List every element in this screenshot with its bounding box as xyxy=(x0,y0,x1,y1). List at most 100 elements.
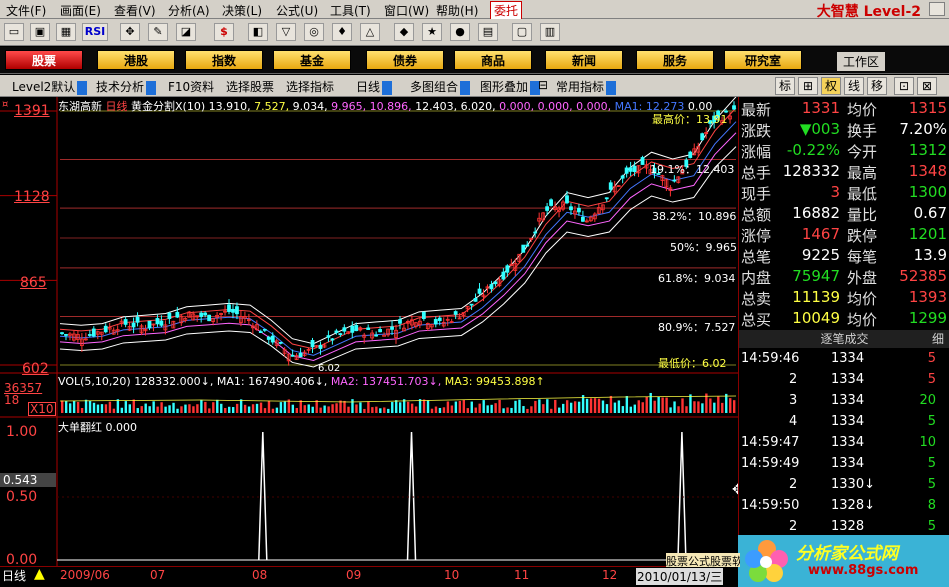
volume-bar xyxy=(573,401,577,413)
tick-header[interactable]: 逐笔成交细 xyxy=(739,330,949,348)
volume-bar xyxy=(160,402,163,413)
tab-f10[interactable]: F10资料 xyxy=(168,78,214,95)
pencil-icon[interactable]: ✎ xyxy=(148,23,168,41)
menu-screen[interactable]: 画面(E) xyxy=(60,2,101,19)
workarea-label[interactable]: 工作区 xyxy=(836,52,885,71)
indicator-name[interactable]: 黄金分割X(10) xyxy=(131,100,205,113)
tab-common-indicator[interactable]: 常用指标 xyxy=(556,78,617,95)
menu-view[interactable]: 查看(V) xyxy=(114,2,156,19)
nav-commodity[interactable]: 商品 xyxy=(454,50,532,70)
price-axis-1128: 1128 xyxy=(14,189,50,205)
tab-select-stock[interactable]: 选择股票 xyxy=(226,78,274,95)
monitor-icon[interactable]: ▣ xyxy=(30,23,50,41)
volume-bar xyxy=(538,399,541,413)
volume-bar xyxy=(323,405,326,413)
document-icon[interactable]: ▤ xyxy=(478,23,498,41)
volume-bar xyxy=(518,399,521,413)
volume-bar xyxy=(677,406,680,413)
rsi-button[interactable]: RSI xyxy=(82,23,108,41)
volume-bar xyxy=(597,398,601,413)
menu-help[interactable]: 帮助(H) xyxy=(436,2,478,19)
quote-label: 涨跌 xyxy=(741,122,772,140)
diamond-icon[interactable]: ◆ xyxy=(394,23,414,41)
candle-body xyxy=(421,311,426,320)
menu-tools[interactable]: 工具(T) xyxy=(330,2,371,19)
nav-fund[interactable]: 基金 xyxy=(273,50,351,70)
volume-bar xyxy=(80,408,84,413)
tab-multi-chart[interactable]: 多图组合 xyxy=(410,78,471,95)
window-icon[interactable]: ▢ xyxy=(512,23,532,41)
tab-close[interactable]: ⊠ xyxy=(917,77,937,95)
tick-detail-button[interactable]: 细 xyxy=(932,330,944,348)
volume-bar xyxy=(283,401,287,413)
ind2-axis-05: 0.50 xyxy=(6,489,38,505)
tab-panel[interactable]: ⊡ xyxy=(894,77,914,95)
trust-button[interactable]: 委托 xyxy=(490,1,523,20)
tab-mark[interactable]: 标 xyxy=(775,77,795,95)
nav-bond[interactable]: 债券 xyxy=(366,50,444,70)
fib-80-label: 80.9%：7.527 xyxy=(658,321,736,334)
volume-bar xyxy=(490,404,493,413)
nav-stock[interactable]: 股票 xyxy=(5,50,83,70)
period-button[interactable]: 日线 xyxy=(2,567,26,584)
quote-label: 总手 xyxy=(741,164,772,182)
binoculars-icon[interactable]: ◎ xyxy=(304,23,324,41)
tab-rights[interactable]: 权 xyxy=(821,77,841,95)
nav-service[interactable]: 服务 xyxy=(636,50,714,70)
tab-level2-default[interactable]: Level2默认 xyxy=(12,78,88,95)
nav-index[interactable]: 指数 xyxy=(185,50,263,70)
quote-label: 今开 xyxy=(847,143,878,161)
volume-bar xyxy=(271,408,275,413)
menu-decision[interactable]: 决策(L) xyxy=(222,2,262,19)
vol-scale-button[interactable]: X10 xyxy=(28,402,56,416)
kline-chart[interactable] xyxy=(0,97,738,583)
quote-label: 总额 xyxy=(741,206,772,224)
candle-body xyxy=(290,354,295,357)
alarm-icon[interactable]: ♦ xyxy=(332,23,352,41)
period-triangle-icon[interactable]: ▲ xyxy=(34,566,45,582)
candle-body xyxy=(533,231,538,234)
chart-area[interactable]: 1391 1128 865 602 ¤ 东湖高新 日线 黄金分割X(10) 13… xyxy=(0,97,750,583)
volume-bar xyxy=(430,408,434,413)
nav-hk[interactable]: 港股 xyxy=(97,50,175,70)
quote-row: 涨幅 -0.22% 今开 1312 xyxy=(739,141,949,162)
tab-grid[interactable]: ⊞ xyxy=(798,77,818,95)
volume-bar xyxy=(558,407,561,413)
chart-icon[interactable]: ◧ xyxy=(248,23,268,41)
bell-icon[interactable]: △ xyxy=(360,23,380,41)
lock-icon[interactable]: ⊟ xyxy=(538,78,548,92)
tick-volume: 5 xyxy=(927,519,936,534)
volume-bar xyxy=(184,404,187,413)
nav-news[interactable]: 新闻 xyxy=(545,50,623,70)
volume-bar xyxy=(717,396,720,413)
volume-bar xyxy=(426,400,430,413)
open-folder-icon[interactable]: ▭ xyxy=(4,23,24,41)
cross-move-icon[interactable]: ✥ xyxy=(120,23,140,41)
tab-overlay[interactable]: 图形叠加 xyxy=(480,78,541,95)
filter-icon[interactable]: ▽ xyxy=(276,23,296,41)
tab-move[interactable]: 移 xyxy=(867,77,887,95)
date-label: 08 xyxy=(252,568,268,582)
candle-body xyxy=(545,206,550,211)
volume-header: VOL(5,10,20) 128332.000↓, MA1: 167490.40… xyxy=(58,375,545,388)
param-1: 7.527, xyxy=(254,100,290,113)
menu-window[interactable]: 窗口(W) xyxy=(384,2,429,19)
volume-bar xyxy=(422,399,426,413)
nav-research[interactable]: 研究室 xyxy=(724,50,802,70)
grid-icon[interactable]: ▦ xyxy=(56,23,76,41)
circle-icon[interactable]: ● xyxy=(450,23,470,41)
tab-select-indicator[interactable]: 选择指标 xyxy=(286,78,334,95)
dollar-icon[interactable]: $ xyxy=(214,23,234,41)
print-icon[interactable]: ▥ xyxy=(540,23,560,41)
menu-file[interactable]: 文件(F) xyxy=(6,2,46,19)
tab-line[interactable]: 线 xyxy=(844,77,864,95)
tab-tech-analysis[interactable]: 技术分析 xyxy=(96,78,157,95)
menu-formula[interactable]: 公式(U) xyxy=(276,2,318,19)
menu-analysis[interactable]: 分析(A) xyxy=(168,2,210,19)
ruler-icon[interactable]: ◪ xyxy=(176,23,196,41)
star-icon[interactable]: ★ xyxy=(422,23,442,41)
tab-daily[interactable]: 日线 xyxy=(356,78,393,95)
tick-price: 1334 xyxy=(831,372,865,387)
volume-bar xyxy=(136,408,139,413)
window-close-icon[interactable] xyxy=(929,2,945,16)
